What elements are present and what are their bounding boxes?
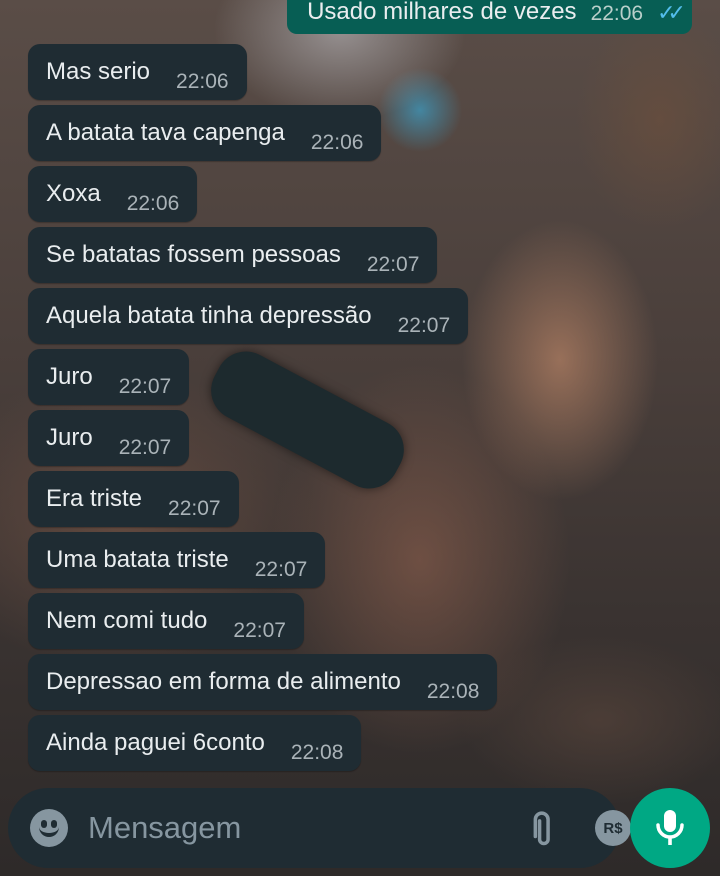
message-text: Ainda paguei 6conto [46, 729, 265, 756]
message-text: Uma batata triste [46, 546, 229, 573]
message-time: 22:07 [366, 253, 420, 276]
message-time: 22:06 [126, 192, 180, 215]
incoming-message-bubble[interactable]: Aquela batata tinha depressão 22:07 [28, 288, 469, 344]
message-text: A batata tava capenga [46, 119, 285, 146]
message-text: Xoxa [46, 180, 101, 207]
incoming-message-bubble[interactable]: Era triste 22:07 [28, 471, 239, 527]
message-text: Depressao em forma de alimento [46, 668, 401, 695]
message-text: Se batatas fossem pessoas [46, 241, 341, 268]
message-text: Nem comi tudo [46, 607, 208, 634]
incoming-message-bubble[interactable]: Mas serio 22:06 [28, 44, 247, 100]
message-time: 22:07 [168, 497, 221, 520]
microphone-button[interactable] [630, 788, 710, 868]
incoming-message-bubble[interactable]: Ainda paguei 6conto 22:08 [28, 715, 362, 771]
message-composer: R$ [8, 788, 703, 868]
message-input[interactable] [88, 810, 487, 846]
incoming-message-bubble[interactable]: Juro 22:07 [28, 349, 190, 405]
double-check-icon: ✓✓ [657, 0, 686, 25]
payment-button[interactable]: R$ [595, 810, 631, 846]
message-text: Juro [46, 424, 93, 451]
incoming-message-bubble[interactable]: Nem comi tudo 22:07 [28, 593, 304, 649]
message-time: 22:07 [118, 375, 172, 398]
message-text: Mas serio [46, 58, 151, 85]
incoming-message-bubble[interactable]: Depressao em forma de alimento 22:08 [28, 654, 498, 710]
message-text: Aquela batata tinha depressão [46, 302, 372, 329]
message-time: 22:06 [590, 2, 644, 25]
message-time: 22:07 [233, 619, 286, 642]
message-time: 22:06 [310, 131, 364, 154]
payment-icon: R$ [595, 810, 631, 846]
paperclip-icon[interactable] [521, 808, 561, 848]
message-time: 22:07 [397, 314, 451, 337]
message-text: Juro [46, 363, 93, 390]
message-text: Usado milhares de vezes [307, 0, 577, 25]
message-text: Era triste [46, 485, 143, 512]
emoji-icon[interactable] [30, 809, 68, 847]
message-time: 22:07 [118, 436, 172, 459]
microphone-icon [656, 810, 684, 845]
incoming-message-bubble[interactable]: Se batatas fossem pessoas 22:07 [28, 227, 438, 283]
message-time: 22:08 [290, 741, 344, 764]
outgoing-message-bubble[interactable]: Usado milhares de vezes 22:06 ✓✓ [287, 0, 692, 34]
message-time: 22:07 [254, 558, 308, 581]
incoming-message-bubble[interactable]: Xoxa 22:06 [28, 166, 198, 222]
message-time: 22:08 [426, 680, 480, 703]
incoming-message-bubble[interactable]: Juro 22:07 [28, 410, 190, 466]
incoming-message-bubble[interactable]: Uma batata triste 22:07 [28, 532, 326, 588]
message-time: 22:06 [176, 70, 229, 93]
incoming-message-bubble[interactable]: A batata tava capenga 22:06 [28, 105, 382, 161]
